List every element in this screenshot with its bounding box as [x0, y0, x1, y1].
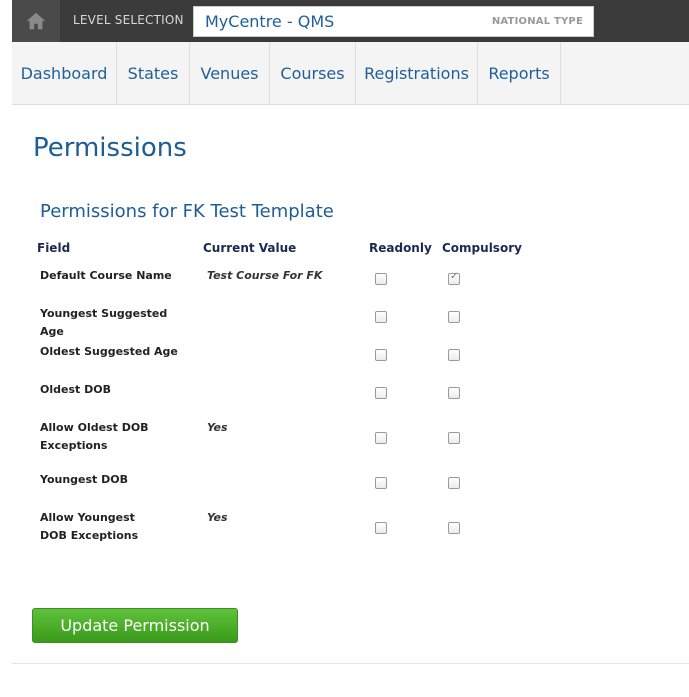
- field-name: Oldest DOB: [40, 383, 111, 396]
- nav-registrations[interactable]: Registrations: [356, 42, 478, 105]
- readonly-checkbox[interactable]: [375, 273, 387, 285]
- update-permission-button[interactable]: Update Permission: [32, 608, 238, 643]
- main-nav: Dashboard States Venues Courses Registra…: [12, 42, 689, 105]
- field-value: Test Course For FK: [207, 269, 323, 282]
- field-value: Yes: [207, 421, 228, 434]
- nav-courses[interactable]: Courses: [270, 42, 356, 105]
- compulsory-checkbox[interactable]: [448, 349, 460, 361]
- readonly-checkbox[interactable]: [375, 311, 387, 323]
- field-name: Allow Youngest DOB Exceptions: [40, 511, 139, 542]
- compulsory-checkbox[interactable]: [448, 271, 460, 285]
- main-content: Permissions Permissions for FK Test Temp…: [12, 106, 689, 666]
- readonly-checkbox[interactable]: [375, 349, 387, 361]
- field-value: Yes: [207, 511, 228, 524]
- field-name: Youngest DOB: [40, 473, 129, 486]
- level-name: MyCentre - QMS: [205, 12, 335, 31]
- field-name: Default Course Name: [40, 269, 172, 282]
- home-button[interactable]: [12, 0, 60, 42]
- top-bar: LEVEL SELECTION MyCentre - QMS NATIONAL …: [12, 0, 689, 42]
- compulsory-checkbox[interactable]: [448, 477, 460, 489]
- page-title: Permissions: [33, 133, 187, 163]
- field-name: Allow Oldest DOB Exceptions: [40, 421, 149, 452]
- compulsory-checkbox[interactable]: [448, 432, 460, 444]
- compulsory-checkbox[interactable]: [448, 387, 460, 399]
- field-name: Youngest Suggested Age: [40, 307, 168, 338]
- compulsory-checkbox[interactable]: [448, 522, 460, 534]
- home-icon: [26, 12, 46, 30]
- readonly-checkbox[interactable]: [375, 477, 387, 489]
- section-title: Permissions for FK Test Template: [40, 201, 334, 222]
- readonly-checkbox[interactable]: [375, 387, 387, 399]
- readonly-checkbox[interactable]: [375, 432, 387, 444]
- footer-divider: [12, 663, 689, 664]
- nav-reports[interactable]: Reports: [478, 42, 561, 105]
- header-field: Field: [37, 241, 71, 255]
- nav-venues[interactable]: Venues: [190, 42, 270, 105]
- header-current-value: Current Value: [203, 241, 297, 255]
- level-type: NATIONAL TYPE: [491, 16, 583, 27]
- header-compulsory: Compulsory: [442, 241, 522, 255]
- header-readonly: Readonly: [369, 241, 432, 255]
- level-selector[interactable]: MyCentre - QMS NATIONAL TYPE: [193, 6, 594, 37]
- field-name: Oldest Suggested Age: [40, 345, 178, 358]
- compulsory-checkbox[interactable]: [448, 311, 460, 323]
- nav-dashboard[interactable]: Dashboard: [12, 42, 117, 105]
- readonly-checkbox[interactable]: [375, 522, 387, 534]
- level-selection-label: LEVEL SELECTION: [73, 13, 184, 27]
- nav-states[interactable]: States: [117, 42, 190, 105]
